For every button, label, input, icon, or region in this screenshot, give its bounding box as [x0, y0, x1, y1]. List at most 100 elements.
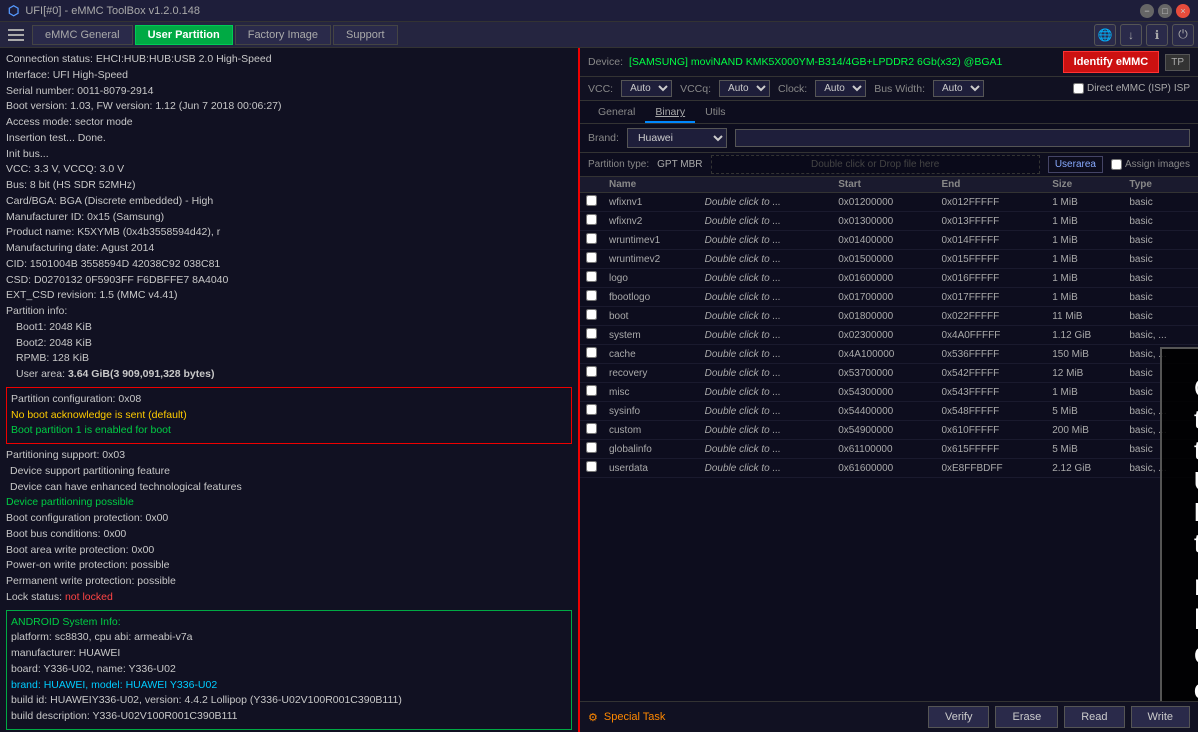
- row-checkbox[interactable]: [586, 328, 597, 339]
- row-checkbox[interactable]: [586, 404, 597, 415]
- row-checkbox[interactable]: [586, 271, 597, 282]
- row-checkbox-cell[interactable]: [580, 345, 603, 364]
- special-task-button[interactable]: ⚙ Special Task: [588, 711, 665, 724]
- partition-name[interactable]: userdata: [603, 459, 699, 478]
- assign-images-checkbox[interactable]: [1111, 159, 1122, 170]
- partition-name[interactable]: wruntimev2: [603, 250, 699, 269]
- direct-emmc-checkbox[interactable]: [1073, 83, 1084, 94]
- power-icon[interactable]: ⏻: [1172, 24, 1194, 46]
- partition-action[interactable]: Double click to ...: [699, 364, 833, 383]
- close-button[interactable]: ×: [1176, 4, 1190, 18]
- partition-action[interactable]: Double click to ...: [699, 193, 833, 212]
- device-bar: Device: [SAMSUNG] moviNAND KMK5X000YM-B3…: [580, 48, 1198, 77]
- partition-action[interactable]: Double click to ...: [699, 307, 833, 326]
- partition-action[interactable]: Double click to ...: [699, 288, 833, 307]
- partition-action[interactable]: Double click to ...: [699, 212, 833, 231]
- userarea-button[interactable]: Userarea: [1048, 156, 1103, 173]
- write-button[interactable]: Write: [1131, 706, 1190, 728]
- partition-name[interactable]: recovery: [603, 364, 699, 383]
- row-checkbox-cell[interactable]: [580, 307, 603, 326]
- row-checkbox-cell[interactable]: [580, 193, 603, 212]
- vcc-select[interactable]: Auto: [621, 80, 672, 97]
- brand-select[interactable]: Huawei: [627, 128, 727, 148]
- download-icon[interactable]: ↓: [1120, 24, 1142, 46]
- row-checkbox-cell[interactable]: [580, 440, 603, 459]
- maximize-button[interactable]: □: [1158, 4, 1172, 18]
- row-checkbox-cell[interactable]: [580, 402, 603, 421]
- row-checkbox-cell[interactable]: [580, 364, 603, 383]
- vcc-bar: VCC: Auto VCCq: Auto Clock: Auto Bus Wid…: [580, 77, 1198, 101]
- partition-name[interactable]: wfixnv1: [603, 193, 699, 212]
- vccq-label: VCCq:: [680, 83, 711, 95]
- partition-action[interactable]: Double click to ...: [699, 250, 833, 269]
- row-checkbox-cell[interactable]: [580, 383, 603, 402]
- row-checkbox-cell[interactable]: [580, 250, 603, 269]
- partition-name[interactable]: system: [603, 326, 699, 345]
- minimize-button[interactable]: −: [1140, 4, 1154, 18]
- partition-name[interactable]: logo: [603, 269, 699, 288]
- partition-size: 200 MiB: [1046, 421, 1123, 440]
- row-checkbox[interactable]: [586, 252, 597, 263]
- partition-name[interactable]: sysinfo: [603, 402, 699, 421]
- partition-name[interactable]: wruntimev1: [603, 231, 699, 250]
- drop-area[interactable]: Double click or Drop file here: [711, 155, 1040, 174]
- vccq-select[interactable]: Auto: [719, 80, 770, 97]
- row-checkbox-cell[interactable]: [580, 459, 603, 478]
- row-checkbox[interactable]: [586, 442, 597, 453]
- partition-name[interactable]: cache: [603, 345, 699, 364]
- hamburger-menu-icon[interactable]: [4, 23, 28, 47]
- bus-width-select[interactable]: Auto: [933, 80, 984, 97]
- row-checkbox[interactable]: [586, 385, 597, 396]
- partition-action[interactable]: Double click to ...: [699, 440, 833, 459]
- tab-emmc-general[interactable]: eMMC General: [32, 25, 133, 45]
- info-icon[interactable]: ℹ: [1146, 24, 1168, 46]
- partition-action[interactable]: Double click to ...: [699, 326, 833, 345]
- row-checkbox-cell[interactable]: [580, 326, 603, 345]
- partition-end: 0x012FFFFF: [935, 193, 1046, 212]
- row-checkbox[interactable]: [586, 347, 597, 358]
- brand-search-input[interactable]: [735, 129, 1190, 147]
- partition-name[interactable]: wfixnv2: [603, 212, 699, 231]
- user-area-value: 3.64 GiB(3 909,091,328 bytes): [68, 368, 215, 380]
- partition-action[interactable]: Double click to ...: [699, 269, 833, 288]
- row-checkbox[interactable]: [586, 233, 597, 244]
- tab-support[interactable]: Support: [333, 25, 398, 45]
- access-mode: Access mode: sector mode: [6, 115, 572, 131]
- partition-start: 0x4A100000: [832, 345, 935, 364]
- partition-action[interactable]: Double click to ...: [699, 402, 833, 421]
- row-checkbox[interactable]: [586, 214, 597, 225]
- tab-utils[interactable]: Utils: [695, 103, 735, 123]
- row-checkbox-cell[interactable]: [580, 212, 603, 231]
- row-checkbox-cell[interactable]: [580, 269, 603, 288]
- android-section: ANDROID System Info: platform: sc8830, c…: [6, 610, 572, 730]
- partition-action[interactable]: Double click to ...: [699, 383, 833, 402]
- partition-name[interactable]: fbootlogo: [603, 288, 699, 307]
- partition-action[interactable]: Double click to ...: [699, 231, 833, 250]
- read-button[interactable]: Read: [1064, 706, 1124, 728]
- row-checkbox[interactable]: [586, 290, 597, 301]
- row-checkbox[interactable]: [586, 309, 597, 320]
- row-checkbox-cell[interactable]: [580, 288, 603, 307]
- row-checkbox[interactable]: [586, 423, 597, 434]
- partition-action[interactable]: Double click to ...: [699, 459, 833, 478]
- clock-select[interactable]: Auto: [815, 80, 866, 97]
- row-checkbox[interactable]: [586, 461, 597, 472]
- row-checkbox[interactable]: [586, 366, 597, 377]
- erase-button[interactable]: Erase: [995, 706, 1058, 728]
- partition-name[interactable]: globalinfo: [603, 440, 699, 459]
- tab-user-partition[interactable]: User Partition: [135, 25, 233, 45]
- identify-emmc-button[interactable]: Identify eMMC: [1063, 51, 1160, 73]
- row-checkbox[interactable]: [586, 195, 597, 206]
- tab-factory-image[interactable]: Factory Image: [235, 25, 331, 45]
- row-checkbox-cell[interactable]: [580, 231, 603, 250]
- tab-binary[interactable]: Binary: [645, 103, 695, 123]
- partition-name[interactable]: custom: [603, 421, 699, 440]
- partition-name[interactable]: boot: [603, 307, 699, 326]
- partition-action[interactable]: Double click to ...: [699, 345, 833, 364]
- tab-general[interactable]: General: [588, 103, 645, 123]
- globe-icon[interactable]: 🌐: [1094, 24, 1116, 46]
- partition-action[interactable]: Double click to ...: [699, 421, 833, 440]
- verify-button[interactable]: Verify: [928, 706, 990, 728]
- row-checkbox-cell[interactable]: [580, 421, 603, 440]
- partition-name[interactable]: misc: [603, 383, 699, 402]
